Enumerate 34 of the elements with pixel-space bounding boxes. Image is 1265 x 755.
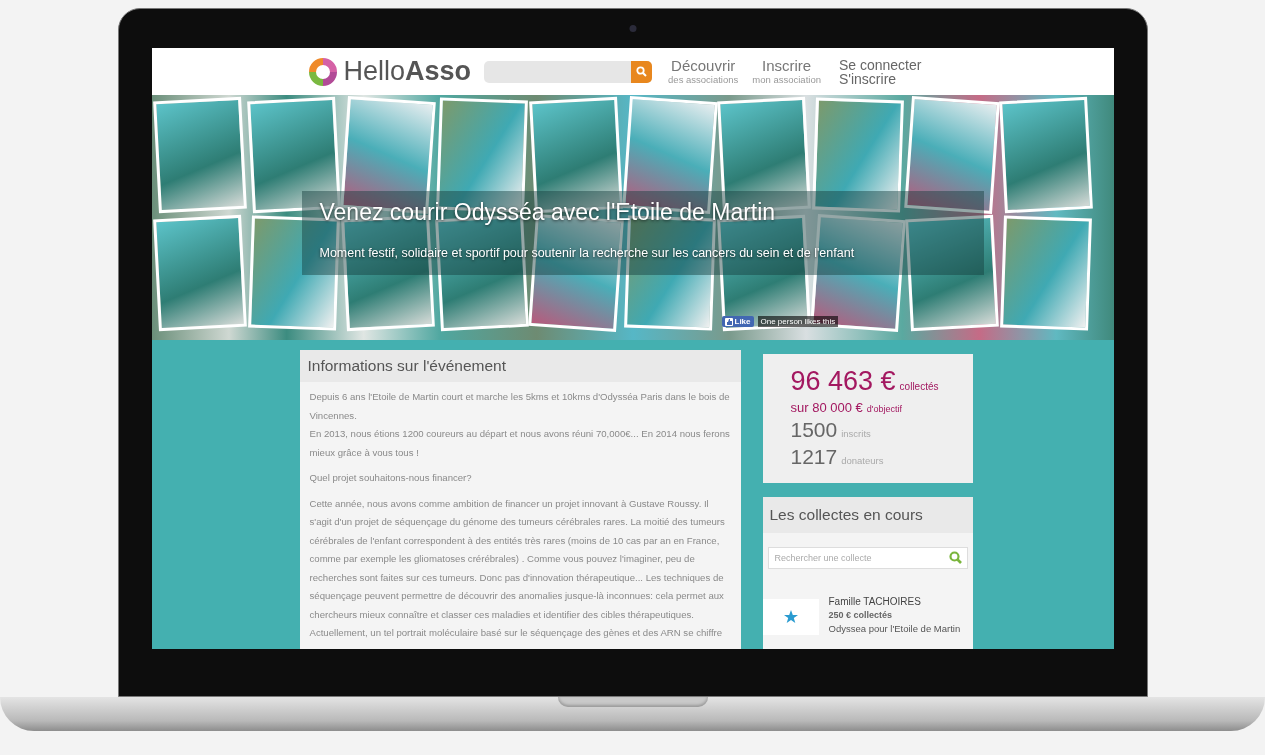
camera-icon bbox=[629, 25, 636, 32]
count-label: inscrits bbox=[841, 428, 871, 439]
amount-raised: 96 463 € bbox=[790, 366, 896, 397]
card-title: Informations sur l'événement bbox=[299, 350, 741, 382]
paragraph: Depuis 6 ans l'Etoile de Martin court et marche les 5kms et 10kms d'Odysséa Paris dans le bois de Vincennes. bbox=[309, 390, 731, 423]
nav-link[interactable]: Découvrir des associations bbox=[668, 57, 739, 86]
search-button[interactable] bbox=[631, 60, 653, 83]
count-value: 1217 bbox=[790, 445, 838, 469]
amount-label: collectés bbox=[899, 381, 939, 392]
account-link[interactable]: Se connecter bbox=[838, 57, 922, 72]
star-icon bbox=[783, 610, 798, 624]
nav-link[interactable]: Inscrire mon association bbox=[752, 57, 821, 86]
hero-subtitle: Moment festif, solidaire et sportif pour soutenir la recherche sur les cancers du sein et de l'enfant bbox=[319, 246, 855, 260]
like-button[interactable]: Like bbox=[721, 316, 754, 327]
like-count-text: One person likes this bbox=[757, 316, 839, 327]
search-field[interactable] bbox=[484, 60, 653, 83]
search-icon[interactable] bbox=[948, 551, 962, 564]
collecte-event: Odyssea pour l'Etoile de Martin bbox=[828, 622, 961, 636]
collecte-amount: 250 € collectés bbox=[828, 608, 894, 622]
paragraph: En 2013, nous étions 1200 coureurs au départ et nous avons réuni 70,000€... En 2014 nous ferons mieux grâce à vous tous ! bbox=[309, 427, 731, 460]
paragraph: Quel projet souhaitons-nous financer? bbox=[309, 471, 473, 485]
search-field[interactable]: Rechercher une collecte bbox=[767, 547, 968, 569]
search-icon bbox=[636, 66, 648, 77]
card-title: Les collectes en cours bbox=[762, 497, 973, 533]
hero-title: Venez courir Odysséa avec l'Etoile de Martin bbox=[319, 199, 776, 226]
goal-amount: sur 80 000 € bbox=[790, 400, 863, 415]
account-link[interactable]: S'inscrire bbox=[838, 71, 922, 86]
thumb-icon bbox=[724, 317, 733, 326]
paragraph: Cette année, nous avons comme ambition de financer un projet innovant à Gustave Roussy. Il s'agit d'un projet de séquençage du génome des tumeurs cérébrales rares. La moitié des tumeurs cérébrales de l'enfant correspondent à des entités très rares (moins de 10 cas par an en France, comme par exemple les gliomatoses crérébrales) . Comme vous pouvez l'imaginer, peu de recherches sont faites sur ces tumeurs. Donc pas d'innovation thérapeutique... Les techniques de séquençage peuvent permettre de découvrir des anomalies jusque-là inconnues: cela permet aux chercheurs mieux connaître et classer ces maladies et identifier des cibles thérapeutiques. Actuellement, un tel portrait moléculaire basé sur le séquençage des gènes et des ARN se chiffre bbox=[309, 496, 726, 640]
collecte-name[interactable]: Famille TACHOIRES bbox=[828, 595, 961, 609]
logo-text[interactable]: HelloAsso bbox=[343, 56, 472, 87]
count-value: 1500 bbox=[790, 418, 838, 442]
goal-label: d'objectif bbox=[866, 404, 903, 414]
count-label: donateurs bbox=[841, 455, 884, 466]
